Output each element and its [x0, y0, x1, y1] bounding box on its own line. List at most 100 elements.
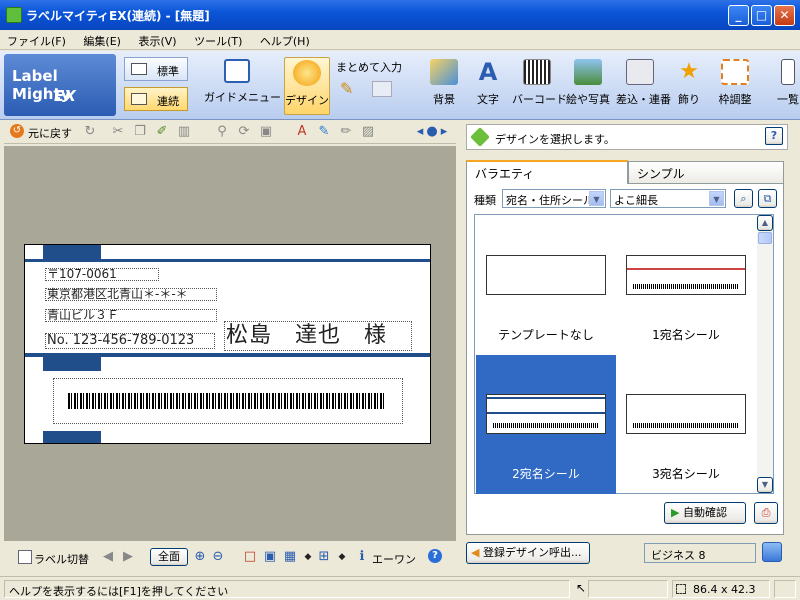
help-icon[interactable]: ? [428, 549, 442, 563]
label-bottom-block [43, 431, 101, 443]
kind-label: 種類 [474, 194, 496, 207]
status-cell-grip [774, 580, 796, 598]
panel-help-button[interactable]: ? [765, 127, 783, 145]
background-button[interactable]: 背景 [426, 57, 462, 115]
nav-next-icon[interactable]: ▸ [436, 124, 452, 140]
text-style-icon[interactable]: A [294, 124, 310, 140]
next-label-icon[interactable]: ▶ [120, 549, 136, 565]
thumb-line [627, 268, 745, 270]
design-thumb-1[interactable]: 1宛名シール [616, 216, 756, 355]
address1-field[interactable]: 東京都港区北青山＊-＊-＊ [45, 288, 217, 301]
rotate-icon[interactable]: ⟳ [236, 124, 252, 140]
zoom-all-button[interactable]: 全面 [150, 548, 188, 566]
info-icon[interactable]: ℹ [354, 549, 370, 565]
standard-mode-icon [131, 63, 147, 75]
bulk-input-label[interactable]: まとめて入力 [336, 59, 402, 75]
close-button[interactable]: ✕ [774, 5, 795, 26]
cut-icon[interactable]: ✂ [110, 124, 126, 140]
thumb-line [487, 412, 605, 414]
external-window-icon[interactable]: ⧉ [758, 189, 777, 208]
label-switch-icon[interactable] [18, 550, 32, 564]
menu-edit[interactable]: 編集(E) [76, 30, 128, 49]
frame-adjust-button[interactable]: 枠調整 [714, 57, 756, 115]
menu-file[interactable]: ファイル(F) [0, 30, 73, 49]
scroll-down-icon[interactable]: ▼ [757, 477, 773, 493]
barcode-button[interactable]: バーコード [512, 57, 567, 115]
grid-dropdown-icon[interactable]: ◆ [300, 549, 316, 565]
paint-icon[interactable]: ✐ [154, 124, 170, 140]
menu-bar: ファイル(F) 編集(E) 表示(V) ツール(T) ヘルプ(H) [0, 30, 800, 50]
frame-adjust-icon [721, 59, 749, 85]
maximize-button[interactable]: □ [751, 5, 772, 26]
search-icon[interactable]: ⌕ [734, 189, 753, 208]
color-brush-icon[interactable]: ✎ [316, 124, 332, 140]
edit-toolbar: ↺ 元に戻す ↻ ✂ ❐ ✐ ▥ ⚲ ⟳ ▣ A ✎ ✏ ▨ ◂ ● ▸ [4, 120, 456, 144]
app-icon [6, 7, 22, 23]
frame-view-icon[interactable]: □ [242, 549, 258, 565]
cursor-icon: ↖ [576, 581, 587, 595]
auto-confirm-button[interactable]: ▶ 自動確認 [664, 502, 746, 524]
design-button[interactable]: デザイン [284, 57, 330, 115]
gallery-scrollbar[interactable]: ▲ ▼ [757, 215, 773, 493]
prev-label-icon[interactable]: ◀ [100, 549, 116, 565]
grid-view-icon[interactable]: ▦ [282, 549, 298, 565]
list-button[interactable]: 一覧 [776, 57, 800, 115]
menu-tools[interactable]: ツール(T) [187, 30, 249, 49]
menu-view[interactable]: 表示(V) [131, 30, 183, 49]
registered-design-button[interactable]: ◀ 登録デザイン呼出... [466, 542, 590, 564]
zoom-in-icon[interactable]: ⊕ [192, 549, 208, 565]
number-field[interactable]: No. 123-456-789-0123 [45, 333, 215, 349]
ewan-label[interactable]: エーワン [372, 551, 416, 567]
text-button[interactable]: A 文字 [472, 57, 504, 115]
postcode-field[interactable]: 〒107-0061 [45, 268, 159, 281]
mode-standard-button[interactable]: 標準 [124, 57, 188, 81]
design-gallery: テンプレートなし 1宛名シール 2宛名シール 3宛名シール [474, 214, 774, 494]
margin-view-icon[interactable]: ▣ [262, 549, 278, 565]
undo-label[interactable]: 元に戻す [28, 125, 72, 141]
label-switch-label[interactable]: ラベル切替 [34, 551, 89, 567]
title-bar: ラベルマイティEX(連続) - [無題] _ □ ✕ [0, 0, 800, 30]
copy-icon[interactable]: ❐ [132, 124, 148, 140]
fill-icon[interactable]: ✏ [338, 124, 354, 140]
align-icon[interactable]: ⚲ [214, 124, 230, 140]
kind-select[interactable]: 宛名・住所シール ▼ [502, 189, 606, 208]
design-thumb-2[interactable]: 2宛名シール [476, 355, 616, 494]
undo-icon[interactable]: ↺ [10, 124, 24, 138]
delete-icon[interactable]: ▥ [176, 124, 192, 140]
redo-icon[interactable]: ↻ [82, 124, 98, 140]
guide-dropdown-icon[interactable]: ◆ [334, 549, 350, 565]
guide-menu-button[interactable]: ガイドメニュー [204, 57, 281, 115]
thumb-image [626, 255, 746, 295]
tab-variety[interactable]: バラエティ [466, 160, 628, 184]
tab-simple[interactable]: シンプル [628, 161, 784, 183]
box-icon[interactable] [762, 542, 782, 562]
picture-icon [574, 59, 602, 85]
address2-field[interactable]: 青山ビル３Ｆ [45, 309, 217, 322]
design-thumb-3[interactable]: 3宛名シール [616, 355, 756, 494]
label-preview[interactable]: 〒107-0061 東京都港区北青山＊-＊-＊ 青山ビル３Ｆ No. 123-4… [24, 244, 431, 444]
chevron-down-icon: ▼ [589, 191, 604, 206]
copy-icon[interactable] [372, 81, 392, 97]
window-title: ラベルマイティEX(連続) - [無題] [26, 9, 210, 23]
thumb-caption: 3宛名シール [652, 467, 720, 481]
design-thumb-none[interactable]: テンプレートなし [476, 216, 616, 355]
layout-select[interactable]: よこ細長 ▼ [610, 189, 726, 208]
insert-serial-button[interactable]: 差込・連番 [616, 57, 671, 115]
decoration-button[interactable]: ★ 飾り [672, 57, 706, 115]
image-icon[interactable]: ▨ [360, 124, 376, 140]
minimize-button[interactable]: _ [728, 5, 749, 26]
menu-help[interactable]: ヘルプ(H) [253, 30, 317, 49]
recipient-name-field[interactable]: 松島 達也 様 [224, 321, 412, 351]
guide-lines-icon[interactable]: ⊞ [316, 549, 332, 565]
pen-icon[interactable]: ✎ [340, 79, 358, 98]
scroll-thumb[interactable] [758, 232, 772, 244]
picture-button[interactable]: 絵や写真 [566, 57, 610, 115]
barcode-field[interactable] [53, 378, 403, 424]
zoom-out-icon[interactable]: ⊖ [210, 549, 226, 565]
group-icon[interactable]: ▣ [258, 124, 274, 140]
status-bar: ヘルプを表示するには[F1]を押してください ↖ 86.4 x 42.3 [0, 576, 800, 600]
scroll-up-icon[interactable]: ▲ [757, 215, 773, 231]
print-icon[interactable]: ⎙ [754, 502, 778, 524]
view-toolbar: ラベル切替 ◀ ▶ 全面 ⊕ ⊖ □ ▣ ▦ ◆ ⊞ ◆ ℹ エーワン ? [4, 545, 456, 569]
mode-continuous-button[interactable]: 連続 [124, 87, 188, 111]
